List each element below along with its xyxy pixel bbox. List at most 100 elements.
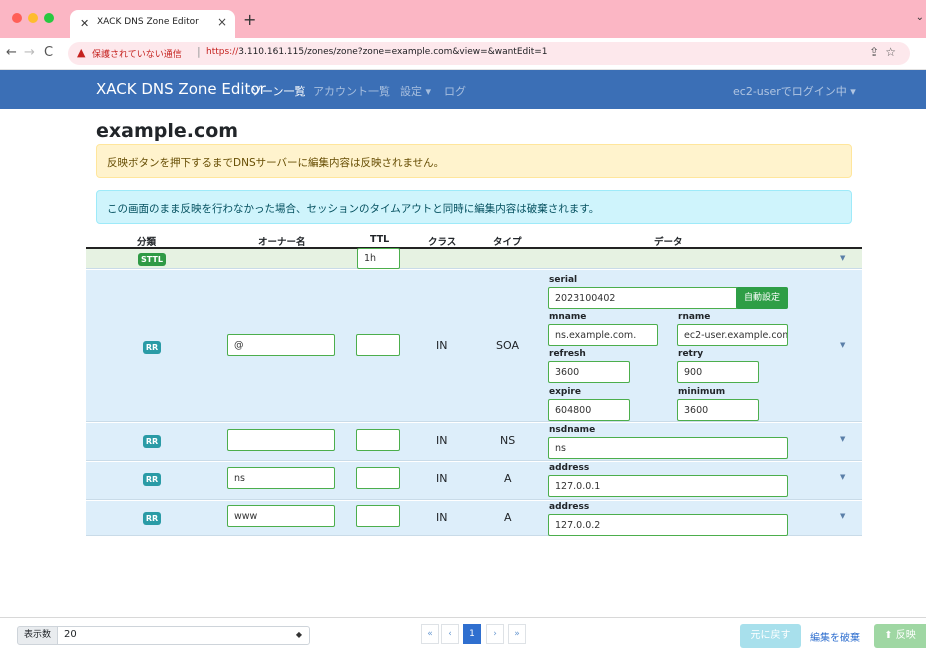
per-page-value: 20 — [64, 629, 77, 640]
row-menu-caret-icon[interactable]: ▼ — [840, 473, 845, 481]
address-bar[interactable]: ▲ 保護されていない通信 | https://3.110.161.115/zon… — [68, 42, 910, 65]
pager-page-1[interactable]: 1 — [463, 624, 481, 644]
col-header-class: クラス — [428, 237, 457, 248]
window-minimize-button[interactable] — [28, 13, 38, 23]
app-navbar: XACK DNS Zone Editor ゾーン一覧 アカウント一覧 設定 ▾ … — [0, 70, 926, 109]
table-row-soa: RR @ IN SOA serial 2023100402 自動設定 mname… — [86, 270, 862, 422]
rname-label: rname — [678, 312, 711, 322]
navbar-brand[interactable]: XACK DNS Zone Editor — [96, 80, 266, 98]
owner-input[interactable]: ns — [227, 467, 335, 489]
omnibox-actions: ⇪☆ — [869, 45, 902, 59]
class-cell: IN — [436, 472, 448, 485]
table-row-ns: RR IN NS nsdname ns ▼ — [86, 423, 862, 461]
address-label: address — [549, 502, 590, 512]
mname-label: mname — [549, 312, 587, 322]
select-arrows-icon: ◆ — [295, 630, 302, 639]
xack-favicon-icon: ✕ — [80, 17, 90, 30]
undo-button[interactable]: 元に戻す — [740, 624, 801, 648]
url-separator: | — [197, 45, 201, 58]
rr-badge: RR — [143, 512, 161, 525]
alert-info: この画面のまま反映を行わなかった場合、セッションのタイムアウトと同時に編集内容は… — [96, 190, 852, 224]
row-menu-caret-icon[interactable]: ▼ — [840, 341, 845, 349]
apply-button[interactable]: ⬆ 反映 — [874, 624, 926, 648]
class-cell: IN — [436, 511, 448, 524]
col-header-type: タイプ — [493, 237, 522, 248]
user-menu-dropdown[interactable]: ec2-userでログイン中 ▾ — [733, 83, 856, 99]
auto-serial-button[interactable]: 自動設定 — [736, 287, 788, 309]
pager-first[interactable]: « — [421, 624, 439, 644]
type-cell: A — [504, 472, 512, 485]
new-tab-button[interactable]: + — [243, 12, 256, 28]
url-text[interactable]: https://3.110.161.115/zones/zone?zone=ex… — [206, 47, 548, 57]
url-scheme: https:// — [206, 47, 239, 57]
row-menu-caret-icon[interactable]: ▼ — [840, 254, 845, 262]
class-cell: IN — [436, 339, 448, 352]
window-close-button[interactable] — [12, 13, 22, 23]
type-cell: SOA — [496, 339, 519, 352]
per-page-label: 表示数 — [17, 626, 58, 645]
nav-log[interactable]: ログ — [444, 83, 466, 99]
nav-accounts[interactable]: アカウント一覧 — [313, 83, 390, 99]
tab-title: XACK DNS Zone Editor — [97, 17, 199, 27]
serial-input[interactable]: 2023100402 — [548, 287, 738, 309]
bookmark-star-icon[interactable]: ☆ — [885, 45, 902, 59]
warning-triangle-icon: ▲ — [77, 46, 86, 59]
insecure-label[interactable]: 保護されていない通信 — [92, 47, 182, 60]
footer-bar: 表示数 20 ◆ « ‹ 1 › » 元に戻す 編集を破棄 ⬆ 反映 — [0, 617, 926, 648]
tab-search-chevron-icon[interactable]: ⌄ — [916, 12, 924, 23]
ttl-input[interactable] — [356, 334, 400, 356]
pager-next[interactable]: › — [486, 624, 504, 644]
rname-input[interactable]: ec2-user.example.com. — [677, 324, 788, 346]
sttl-ttl-input[interactable]: 1h — [357, 248, 400, 269]
minimum-label: minimum — [678, 387, 726, 397]
browser-tab[interactable]: ✕ XACK DNS Zone Editor × — [70, 10, 235, 38]
window-zoom-button[interactable] — [44, 13, 54, 23]
sttl-badge: STTL — [138, 253, 166, 266]
url-path: 3.110.161.115/zones/zone?zone=example.co… — [238, 47, 548, 57]
browser-tab-strip: ✕ XACK DNS Zone Editor × + ⌄ — [0, 0, 926, 38]
address-label: address — [549, 463, 590, 473]
nav-zones[interactable]: ゾーン一覧 — [251, 83, 305, 99]
col-header-category: 分類 — [137, 237, 157, 248]
retry-input[interactable]: 900 — [677, 361, 759, 383]
reload-icon[interactable]: C — [44, 45, 53, 60]
minimum-input[interactable]: 3600 — [677, 399, 759, 421]
nsdname-label: nsdname — [549, 425, 596, 435]
col-header-data: データ — [654, 237, 683, 248]
back-arrow-icon[interactable]: ← — [6, 45, 17, 60]
ttl-input[interactable] — [356, 505, 400, 527]
alert-warning: 反映ボタンを押下するまでDNSサーバーに編集内容は反映されません。 — [96, 144, 852, 178]
pager-prev[interactable]: ‹ — [441, 624, 459, 644]
owner-input[interactable] — [227, 429, 335, 451]
nav-settings-dropdown[interactable]: 設定 ▾ — [400, 83, 431, 99]
col-header-owner: オーナー名 — [258, 237, 306, 248]
pager-last[interactable]: » — [508, 624, 526, 644]
per-page-select[interactable]: 20 ◆ — [57, 626, 310, 645]
ttl-input[interactable] — [356, 467, 400, 489]
table-row-a: RR www IN A address 127.0.0.2 ▼ — [86, 501, 862, 536]
col-header-ttl: TTL — [370, 234, 390, 245]
address-input[interactable]: 127.0.0.1 — [548, 475, 788, 497]
mname-input[interactable]: ns.example.com. — [548, 324, 658, 346]
forward-arrow-icon[interactable]: → — [24, 45, 35, 60]
tab-close-icon[interactable]: × — [217, 15, 227, 29]
refresh-input[interactable]: 3600 — [548, 361, 630, 383]
serial-label: serial — [549, 275, 578, 285]
share-icon[interactable]: ⇪ — [869, 45, 885, 59]
owner-input[interactable]: www — [227, 505, 335, 527]
rr-badge: RR — [143, 341, 161, 354]
refresh-label: refresh — [549, 349, 586, 359]
row-menu-caret-icon[interactable]: ▼ — [840, 435, 845, 443]
page-title: example.com — [96, 120, 239, 142]
row-menu-caret-icon[interactable]: ▼ — [840, 512, 845, 520]
browser-toolbar: ← → C ▲ 保護されていない通信 | https://3.110.161.1… — [0, 38, 926, 70]
nsdname-input[interactable]: ns — [548, 437, 788, 459]
address-input[interactable]: 127.0.0.2 — [548, 514, 788, 536]
ttl-input[interactable] — [356, 429, 400, 451]
owner-input[interactable]: @ — [227, 334, 335, 356]
discard-button[interactable]: 編集を破棄 — [810, 629, 860, 644]
class-cell: IN — [436, 434, 448, 447]
expire-input[interactable]: 604800 — [548, 399, 630, 421]
table-row-sttl: STTL 1h ▼ — [86, 248, 862, 269]
table-row-a: RR ns IN A address 127.0.0.1 ▼ — [86, 462, 862, 500]
